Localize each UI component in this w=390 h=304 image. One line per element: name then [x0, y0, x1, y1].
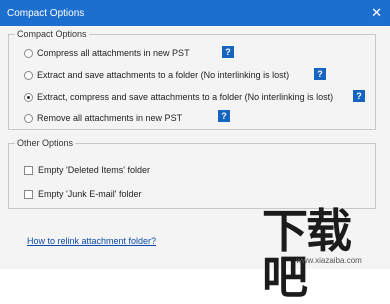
remove-attachments-radio[interactable]: Remove all attachments in new PST — [24, 112, 182, 124]
checkbox[interactable] — [24, 189, 33, 199]
help-icon[interactable]: ? — [353, 90, 365, 102]
compact-options-group: Compact Options Compress all attachments… — [8, 29, 376, 130]
relink-help-link[interactable]: How to relink attachment folder? — [27, 236, 156, 246]
option-label: Empty 'Junk E-mail' folder — [38, 189, 142, 199]
radio-button[interactable] — [24, 48, 33, 58]
help-icon[interactable]: ? — [222, 46, 234, 58]
compact-options-legend: Compact Options — [15, 29, 89, 39]
radio-button[interactable] — [24, 70, 33, 80]
radio-button[interactable] — [24, 113, 33, 123]
option-label: Compress all attachments in new PST — [37, 48, 190, 58]
option-label: Remove all attachments in new PST — [37, 113, 183, 123]
help-icon[interactable]: ? — [314, 68, 326, 80]
help-icon[interactable]: ? — [218, 110, 230, 122]
option-label: Empty 'Deleted Items' folder — [38, 165, 150, 175]
other-options-group: Other Options Empty 'Deleted Items' fold… — [8, 138, 376, 209]
checkbox[interactable] — [24, 165, 33, 175]
radio-button-selected[interactable] — [24, 92, 33, 102]
empty-deleted-items-checkbox[interactable]: Empty 'Deleted Items' folder — [24, 164, 150, 176]
title-bar: Compact Options ✕ — [0, 0, 390, 26]
extract-save-attachments-radio[interactable]: Extract and save attachments to a folder… — [24, 69, 289, 81]
watermark-logo: 下载吧 — [262, 204, 352, 304]
empty-junk-email-checkbox[interactable]: Empty 'Junk E-mail' folder — [24, 188, 141, 200]
option-label: Extract and save attachments to a folder… — [37, 70, 290, 80]
extract-compress-save-radio[interactable]: Extract, compress and save attachments t… — [24, 91, 333, 103]
compact-options-dialog: Compact Options ✕ Compact Options Compre… — [0, 0, 390, 300]
compress-attachments-radio[interactable]: Compress all attachments in new PST — [24, 47, 190, 59]
other-options-legend: Other Options — [15, 138, 76, 148]
option-label: Extract, compress and save attachments t… — [37, 92, 334, 102]
watermark-url: www.xiazaiba.com — [296, 256, 362, 265]
window-title: Compact Options — [7, 8, 85, 19]
close-icon[interactable]: ✕ — [371, 5, 382, 21]
